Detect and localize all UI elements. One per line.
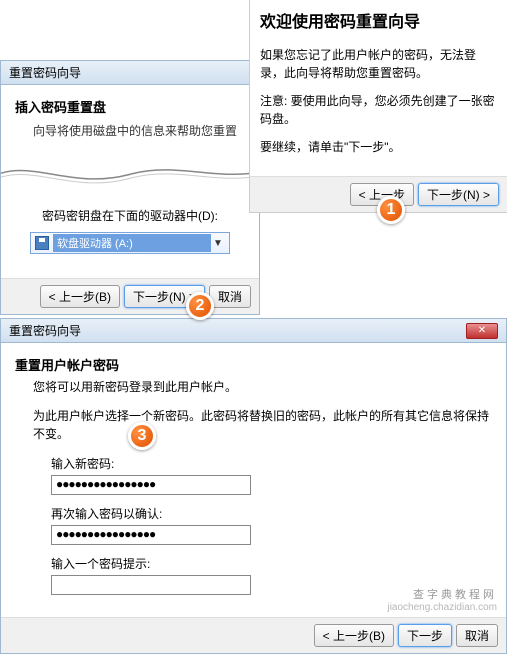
button-row: < 上一步(B) 下一步 取消	[1, 617, 506, 653]
new-password-label: 输入新密码:	[51, 455, 492, 472]
heading: 插入密码重置盘	[15, 97, 245, 116]
next-button[interactable]: 下一步(N) >	[418, 183, 499, 206]
subtext: 您将可以用新密码登录到此用户帐户。	[15, 378, 492, 395]
decorative-wave	[1, 149, 259, 197]
cancel-button[interactable]: 取消	[209, 285, 251, 308]
driver-label: 密码密钥盘在下面的驱动器中(D):	[15, 207, 245, 224]
step-badge-2: 2	[186, 292, 214, 320]
subtext: 向导将使用磁盘中的信息来帮助您重置	[15, 122, 245, 139]
new-password-input[interactable]	[51, 475, 251, 495]
step-badge-1: 1	[377, 196, 405, 224]
wizard-insert-disk-panel: 重置密码向导 插入密码重置盘 向导将使用磁盘中的信息来帮助您重置 密码密钥盘在下…	[0, 60, 260, 315]
hint-label: 输入一个密码提示:	[51, 555, 492, 572]
titlebar: 重置密码向导	[1, 61, 259, 85]
wave-icon	[1, 159, 259, 189]
dropdown-selected: 软盘驱动器 (A:)	[53, 234, 211, 252]
next-button[interactable]: 下一步	[398, 624, 452, 647]
cancel-button[interactable]: 取消	[456, 624, 498, 647]
new-password-group: 输入新密码:	[15, 455, 492, 495]
close-button[interactable]: ✕	[466, 323, 498, 339]
back-button[interactable]: < 上一步(B)	[314, 624, 394, 647]
welcome-para2: 注意: 要使用此向导，您必须先创建了一张密码盘。	[260, 92, 497, 128]
watermark-url: jiaocheng.chazidian.com	[387, 602, 497, 613]
welcome-title: 欢迎使用密码重置向导	[260, 8, 497, 32]
window-title: 重置密码向导	[9, 322, 81, 339]
panel-body: 重置用户帐户密码 您将可以用新密码登录到此用户帐户。 为此用户帐户选择一个新密码…	[1, 343, 506, 617]
watermark-title: 查字典教程网	[387, 586, 497, 602]
wizard-welcome-panel: 欢迎使用密码重置向导 如果您忘记了此用户帐户的密码，无法登录，此向导将帮助您重置…	[249, 0, 507, 213]
confirm-password-input[interactable]	[51, 525, 251, 545]
titlebar: 重置密码向导 ✕	[1, 319, 506, 343]
chevron-down-icon: ▼	[211, 238, 225, 249]
confirm-password-group: 再次输入密码以确认:	[15, 505, 492, 545]
step-badge-3: 3	[128, 422, 156, 450]
drive-dropdown[interactable]: 软盘驱动器 (A:) ▼	[30, 232, 230, 254]
heading: 重置用户帐户密码	[15, 355, 492, 374]
hint-input[interactable]	[51, 575, 251, 595]
confirm-password-label: 再次输入密码以确认:	[51, 505, 492, 522]
button-row: < 上一步(B) 下一步(N) > 取消	[1, 278, 259, 314]
welcome-para3: 要继续，请单击"下一步"。	[260, 138, 497, 156]
window-title: 重置密码向导	[9, 66, 81, 80]
welcome-para1: 如果您忘记了此用户帐户的密码，无法登录，此向导将帮助您重置密码。	[260, 46, 497, 82]
watermark: 查字典教程网 jiaocheng.chazidian.com	[387, 586, 497, 613]
back-button[interactable]: < 上一步(B)	[40, 285, 120, 308]
floppy-icon	[35, 236, 49, 250]
panel-body: 插入密码重置盘 向导将使用磁盘中的信息来帮助您重置 密码密钥盘在下面的驱动器中(…	[1, 85, 259, 278]
instruction-text: 为此用户帐户选择一个新密码。此密码将替换旧的密码，此帐户的所有其它信息将保持不变…	[15, 407, 492, 443]
